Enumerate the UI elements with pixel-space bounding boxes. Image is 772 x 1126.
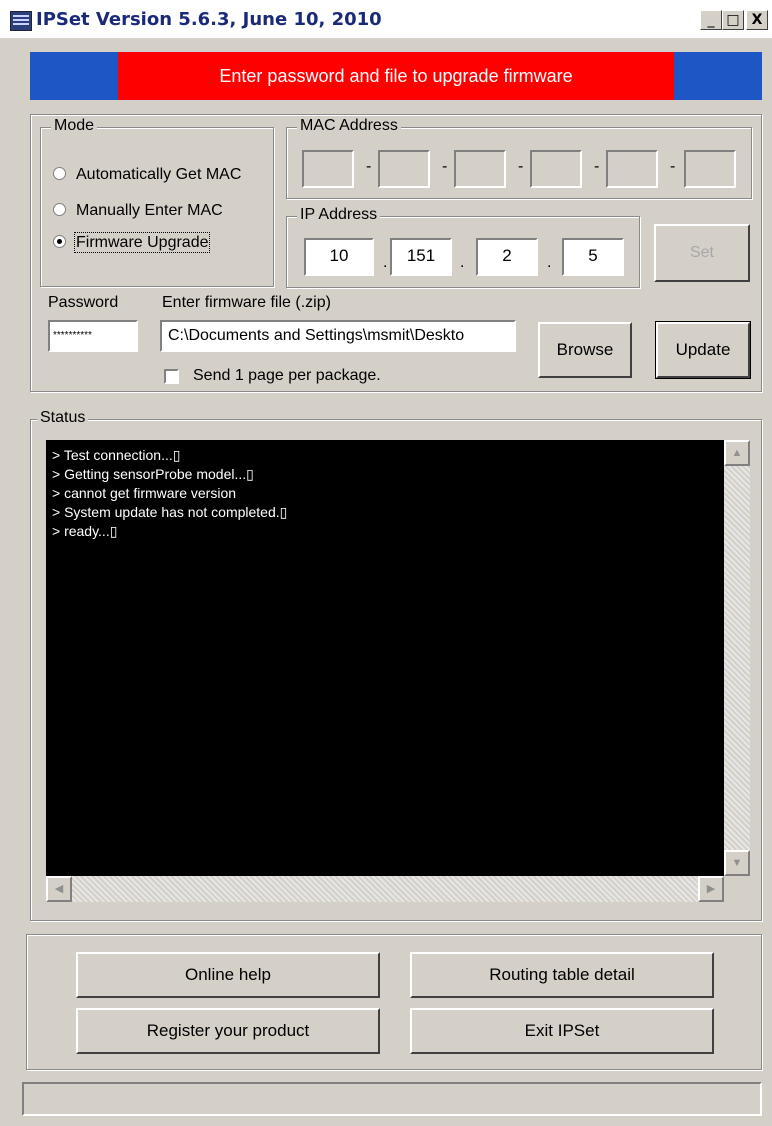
password-field[interactable]: ********** — [48, 320, 138, 352]
ip-octet-1[interactable]: 10 — [304, 238, 374, 276]
update-button[interactable]: Update — [655, 321, 751, 379]
mac-octet-2[interactable] — [378, 150, 430, 188]
radio-label: Firmware Upgrade — [73, 232, 211, 253]
set-button[interactable]: Set — [654, 224, 750, 282]
ip-separator: . — [383, 254, 388, 271]
scroll-down-icon[interactable]: ▼ — [724, 850, 750, 876]
radio-manual-mac[interactable]: Manually Enter MAC — [53, 202, 223, 220]
radio-button[interactable] — [53, 167, 66, 180]
ip-octet-2[interactable]: 151 — [390, 238, 452, 276]
send-page-label: Send 1 page per package. — [193, 367, 381, 384]
mac-octet-6[interactable] — [684, 150, 736, 188]
status-group-title: Status — [37, 409, 89, 427]
mac-separator: - — [518, 158, 524, 175]
instruction-banner: Enter password and file to upgrade firmw… — [30, 52, 762, 100]
maximize-button[interactable]: □ — [722, 10, 744, 30]
status-console[interactable]: > Test connection...▯ > Getting sensorPr… — [46, 440, 750, 902]
app-icon — [10, 11, 32, 31]
mode-group-title: Mode — [51, 117, 98, 135]
log-line: > cannot get firmware version — [52, 485, 237, 501]
radio-button[interactable] — [53, 203, 66, 216]
online-help-button[interactable]: Online help — [76, 952, 380, 998]
ip-separator: . — [460, 254, 465, 271]
mac-group-title: MAC Address — [297, 117, 401, 135]
mac-separator: - — [594, 158, 600, 175]
browse-button[interactable]: Browse — [538, 322, 632, 378]
log-line: > System update has not completed.▯ — [52, 504, 288, 520]
close-button[interactable]: X — [746, 10, 768, 30]
mac-separator: - — [366, 158, 372, 175]
log-line: > Getting sensorProbe model...▯ — [52, 466, 254, 482]
register-product-button[interactable]: Register your product — [76, 1008, 380, 1054]
horizontal-scrollbar[interactable]: ◀ ▶ — [46, 876, 724, 902]
scroll-up-icon[interactable]: ▲ — [724, 440, 750, 466]
radio-label: Automatically Get MAC — [76, 166, 242, 183]
title-bar[interactable]: IPSet Version 5.6.3, June 10, 2010 _ □ X — [0, 0, 772, 38]
radio-label: Manually Enter MAC — [76, 202, 223, 219]
mac-separator: - — [670, 158, 676, 175]
radio-button-selected[interactable] — [53, 235, 66, 248]
radio-firmware-upgrade[interactable]: Firmware Upgrade — [53, 232, 211, 253]
mode-group: Mode Automatically Get MAC Manually Ente… — [40, 117, 274, 287]
scroll-left-icon[interactable]: ◀ — [46, 876, 72, 902]
log-line: > Test connection...▯ — [52, 447, 181, 463]
mac-octet-1[interactable] — [302, 150, 354, 188]
log-line: > ready...▯ — [52, 523, 118, 539]
minimize-button[interactable]: _ — [700, 10, 722, 30]
status-log: > Test connection...▯ > Getting sensorPr… — [52, 446, 287, 541]
firmware-file-label: Enter firmware file (.zip) — [162, 294, 331, 311]
routing-table-button[interactable]: Routing table detail — [410, 952, 714, 998]
window-title: IPSet Version 5.6.3, June 10, 2010 — [36, 9, 382, 30]
vertical-scrollbar[interactable]: ▲ ▼ — [724, 440, 750, 876]
scroll-right-icon[interactable]: ▶ — [698, 876, 724, 902]
send-page-checkbox[interactable] — [164, 369, 179, 384]
mac-octet-5[interactable] — [606, 150, 658, 188]
exit-ipset-button[interactable]: Exit IPSet — [410, 1008, 714, 1054]
ip-group-title: IP Address — [297, 206, 381, 224]
mac-octet-4[interactable] — [530, 150, 582, 188]
radio-auto-mac[interactable]: Automatically Get MAC — [53, 166, 241, 184]
ip-separator: . — [547, 254, 552, 271]
password-label: Password — [48, 294, 119, 311]
scrollbar-corner — [724, 876, 750, 902]
banner-message: Enter password and file to upgrade firmw… — [118, 52, 674, 100]
ipset-window: IPSet Version 5.6.3, June 10, 2010 _ □ X… — [0, 0, 772, 1126]
status-bar — [22, 1082, 762, 1116]
mac-octet-3[interactable] — [454, 150, 506, 188]
ip-octet-3[interactable]: 2 — [476, 238, 538, 276]
ip-octet-4[interactable]: 5 — [562, 238, 624, 276]
firmware-file-field[interactable]: C:\Documents and Settings\msmit\Deskto — [160, 320, 516, 352]
mac-separator: - — [442, 158, 448, 175]
